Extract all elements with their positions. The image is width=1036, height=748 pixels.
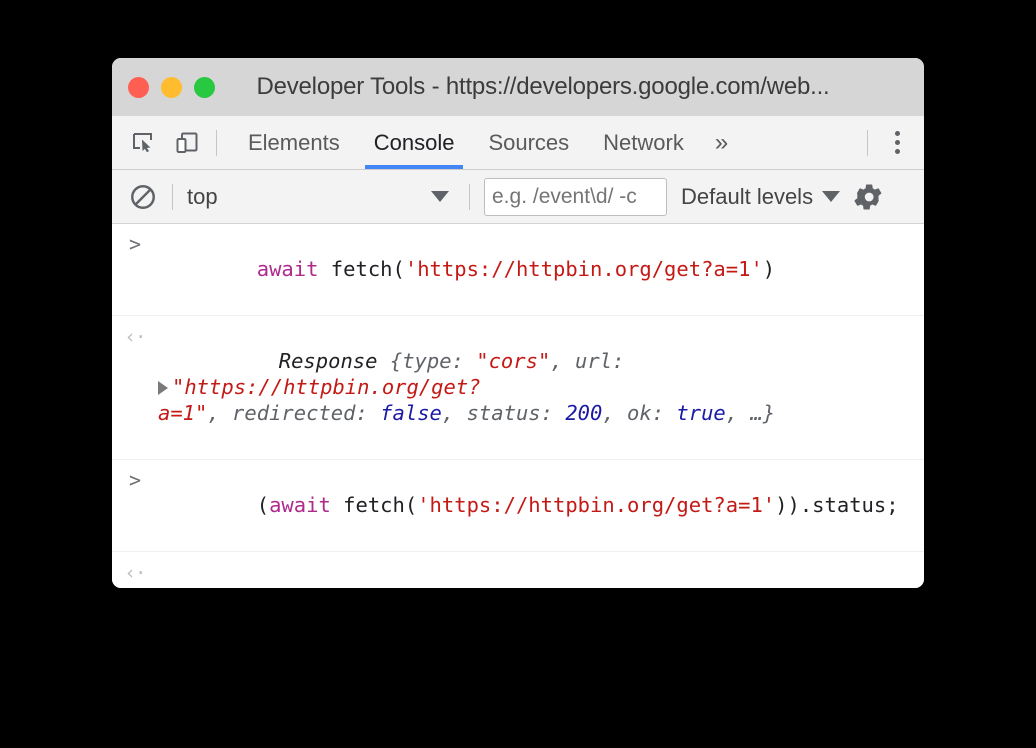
tab-elements[interactable]: Elements — [231, 116, 357, 169]
token-plain: fetch( — [318, 257, 405, 281]
kebab-menu-icon[interactable] — [882, 128, 912, 158]
input-marker: > — [128, 468, 142, 492]
output-marker: ‹· — [124, 562, 147, 584]
devtools-tabbar: Elements Console Sources Network » — [112, 116, 924, 170]
token-sep: , — [550, 349, 575, 373]
token-prop: , redirected: — [207, 401, 381, 425]
devtools-window: Developer Tools - https://developers.goo… — [112, 58, 924, 588]
tab-sources[interactable]: Sources — [471, 116, 586, 169]
console-input-expression: (await fetch('https://httpbin.org/get?a=… — [158, 466, 924, 544]
execution-context-label: top — [187, 183, 218, 209]
console-output-row: ‹· 200 — [112, 552, 924, 588]
clear-console-icon[interactable] — [128, 182, 158, 212]
gear-icon[interactable] — [853, 182, 883, 212]
console-input-expression: await fetch('https://httpbin.org/get?a=1… — [158, 230, 924, 308]
expand-object-triangle-icon[interactable] — [158, 381, 168, 395]
panel-tabs: Elements Console Sources Network » — [231, 116, 742, 169]
inspect-element-icon[interactable] — [128, 128, 158, 158]
chevron-down-icon — [431, 191, 449, 202]
execution-context-selector[interactable]: top — [187, 184, 455, 210]
close-window-button[interactable] — [128, 76, 149, 98]
object-class-name: Response — [278, 349, 390, 373]
token-string: "https://httpbin.org/get? — [172, 375, 481, 399]
window-controls — [128, 76, 215, 98]
token-boolean: true — [676, 401, 726, 425]
token-plain: ( — [256, 493, 270, 517]
log-levels-selector[interactable]: Default levels — [681, 183, 841, 210]
console-output-row: ‹· Response {type: "cors", url: "https://… — [112, 316, 924, 460]
tab-network[interactable]: Network — [586, 116, 701, 169]
token-string: 'https://httpbin.org/get?a=1' — [404, 257, 763, 281]
token-prop: , ok: — [602, 401, 677, 425]
token-boolean: false — [380, 401, 442, 425]
more-tabs-chevron-icon[interactable]: » — [701, 130, 742, 155]
token-plain: )).status; — [775, 493, 899, 517]
chevron-down-icon — [822, 191, 841, 202]
tabbar-right-divider — [867, 129, 868, 156]
console-output-object: Response {type: "cors", url: "https://htt… — [158, 322, 924, 452]
token-prop: type: — [402, 349, 477, 373]
console-output-value: 200 — [158, 558, 924, 588]
device-toolbar-icon[interactable] — [172, 128, 202, 158]
console-message-list[interactable]: > await fetch('https://httpbin.org/get?a… — [112, 224, 924, 588]
console-toolbar-divider — [172, 183, 173, 210]
tab-console[interactable]: Console — [357, 116, 472, 169]
token-number: 200 — [565, 401, 603, 425]
context-filter-divider — [469, 183, 470, 210]
filter-input[interactable] — [484, 177, 667, 216]
token-prop: , status: — [441, 401, 566, 425]
token-string: "cors" — [476, 349, 551, 373]
log-levels-label: Default levels — [681, 183, 814, 209]
console-input-row: > (await fetch('https://httpbin.org/get?… — [112, 460, 924, 552]
token-string: 'https://httpbin.org/get?a=1' — [417, 493, 776, 517]
console-input-row: > await fetch('https://httpbin.org/get?a… — [112, 224, 924, 316]
token-keyword: await — [256, 257, 319, 281]
toolbar-divider — [216, 129, 217, 156]
token-plain: ) — [762, 257, 776, 281]
window-titlebar: Developer Tools - https://developers.goo… — [112, 58, 924, 116]
window-title: Developer Tools - https://developers.goo… — [256, 73, 830, 100]
minimize-window-button[interactable] — [161, 76, 182, 98]
token-keyword: await — [269, 493, 331, 517]
console-toolbar: top Default levels — [112, 170, 924, 224]
token-brace: { — [389, 349, 403, 373]
token-plain: fetch( — [330, 493, 418, 517]
maximize-window-button[interactable] — [194, 76, 215, 98]
output-marker: ‹· — [124, 326, 147, 348]
token-number: 200 — [257, 585, 294, 588]
input-marker: > — [128, 232, 142, 256]
token-prop: url: — [575, 349, 625, 373]
token-ellipsis: , …} — [725, 401, 776, 425]
token-string: a=1" — [158, 401, 208, 425]
